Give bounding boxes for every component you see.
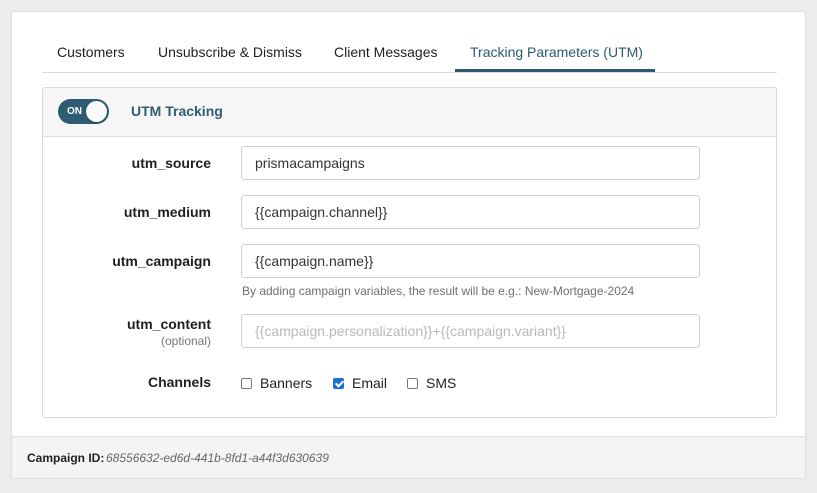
toggle-state-label: ON [67,106,82,117]
tab-client-messages[interactable]: Client Messages [334,40,438,72]
utm-panel: ON UTM Tracking utm_source utm_medium ut… [42,87,777,418]
utm-content-label: utm_content [127,316,211,332]
card-footer: Campaign ID: 68556632-ed6d-441b-8fd1-a44… [12,436,805,478]
utm-campaign-input[interactable] [241,244,700,278]
channel-banners-label: Banners [260,375,313,391]
panel-title: UTM Tracking [131,103,223,119]
utm-medium-label: utm_medium [123,204,211,220]
channel-email-option[interactable]: Email [333,374,387,392]
utm-source-input[interactable] [241,146,700,180]
campaign-id-label: Campaign ID: [27,451,105,465]
channel-banners-checkbox[interactable] [241,377,252,389]
channel-email-label: Email [352,375,388,391]
utm-campaign-hint: By adding campaign variables, the result… [242,284,635,298]
settings-card: Customers Unsubscribe & Dismiss Client M… [11,11,806,479]
utm-content-input[interactable] [241,314,700,348]
utm-medium-input[interactable] [241,195,700,229]
tab-customers[interactable]: Customers [57,40,125,72]
tab-tracking-parameters[interactable]: Tracking Parameters (UTM) [470,40,643,72]
active-tab-indicator [455,69,655,72]
channel-email-checkbox[interactable] [333,377,344,389]
channel-sms-label: SMS [426,375,457,391]
tab-bar: Customers Unsubscribe & Dismiss Client M… [42,40,777,73]
channels-label: Channels [147,374,211,390]
utm-content-optional-label: (optional) [160,334,211,348]
channel-banners-option[interactable]: Banners [241,374,312,392]
utm-source-label: utm_source [131,155,211,171]
channel-sms-checkbox[interactable] [407,377,418,389]
campaign-id-value: 68556632-ed6d-441b-8fd1-a44f3d630639 [106,451,329,465]
utm-panel-header: ON UTM Tracking [43,88,776,137]
toggle-knob [86,101,107,122]
utm-tracking-toggle[interactable]: ON [58,99,109,124]
tab-unsubscribe-dismiss[interactable]: Unsubscribe & Dismiss [158,40,302,72]
utm-campaign-label: utm_campaign [112,253,211,269]
channel-sms-option[interactable]: SMS [407,374,456,392]
